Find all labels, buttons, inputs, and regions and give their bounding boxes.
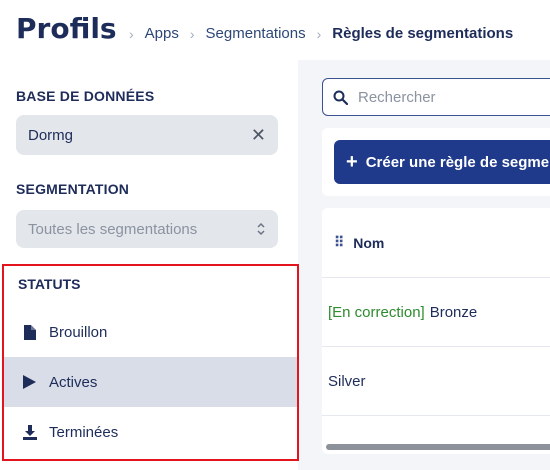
row-name: Bronze	[429, 303, 478, 321]
status-item-label: Terminées	[49, 423, 119, 441]
create-panel: + Créer une règle de segmentation	[322, 128, 550, 196]
statuts-section: STATUTS Brouillon Actives Terminées	[2, 264, 299, 461]
database-section-label: BASE DE DONNÉES	[16, 88, 155, 104]
table-row[interactable]: Silver	[322, 347, 550, 416]
database-value: Dormg	[28, 126, 74, 144]
file-icon	[4, 324, 49, 340]
table-row[interactable]: [En correction] Bronze	[322, 278, 550, 347]
search-icon	[333, 90, 348, 105]
select-arrows-icon	[256, 221, 266, 237]
plus-icon: +	[346, 150, 358, 173]
column-label: Nom	[353, 234, 385, 251]
horizontal-scrollbar[interactable]	[326, 444, 550, 450]
create-rule-button[interactable]: + Créer une règle de segmentation	[334, 140, 550, 184]
top-bar: Profils › Apps › Segmentations › Règles …	[0, 0, 550, 60]
page-title: Profils	[16, 12, 117, 45]
segmentation-selected-value: Toutes les segmentations	[28, 220, 198, 238]
row-name: Silver	[328, 372, 366, 390]
rules-table: ⠿ Nom [En correction] Bronze Silver	[322, 208, 550, 454]
play-icon	[4, 375, 49, 389]
statuts-section-label: STATUTS	[18, 276, 81, 292]
table-header-nom[interactable]: ⠿ Nom	[322, 208, 550, 278]
search-input[interactable]: Rechercher	[322, 78, 550, 116]
status-item-label: Actives	[49, 373, 98, 391]
segmentation-select[interactable]: Toutes les segmentations	[16, 210, 278, 248]
create-rule-label: Créer une règle de segmentation	[365, 153, 550, 171]
search-placeholder: Rechercher	[358, 88, 436, 106]
breadcrumb-apps[interactable]: Apps	[145, 25, 179, 42]
status-item-label: Brouillon	[49, 323, 108, 341]
chevron-right-icon: ›	[129, 25, 134, 42]
status-item-brouillon[interactable]: Brouillon	[4, 307, 297, 357]
drag-handle-icon[interactable]: ⠿	[334, 234, 344, 251]
status-item-terminees[interactable]: Terminées	[4, 407, 297, 457]
close-icon[interactable]: ✕	[251, 125, 266, 146]
status-item-actives[interactable]: Actives	[4, 357, 297, 407]
chevron-right-icon: ›	[316, 25, 322, 42]
breadcrumb-segmentations[interactable]: Segmentations	[206, 25, 306, 42]
main-content: Rechercher + Créer une règle de segmenta…	[298, 60, 550, 470]
breadcrumb-current: Règles de segmentations	[332, 25, 514, 42]
chevron-right-icon: ›	[189, 25, 195, 42]
download-icon	[4, 424, 49, 440]
status-tag: [En correction]	[328, 303, 425, 321]
breadcrumb: › Apps › Segmentations › Règles de segme…	[118, 25, 513, 42]
database-chip[interactable]: Dormg ✕	[16, 115, 278, 155]
sidebar: BASE DE DONNÉES Dormg ✕ SEGMENTATION Tou…	[0, 60, 299, 470]
segmentation-section-label: SEGMENTATION	[16, 181, 130, 197]
